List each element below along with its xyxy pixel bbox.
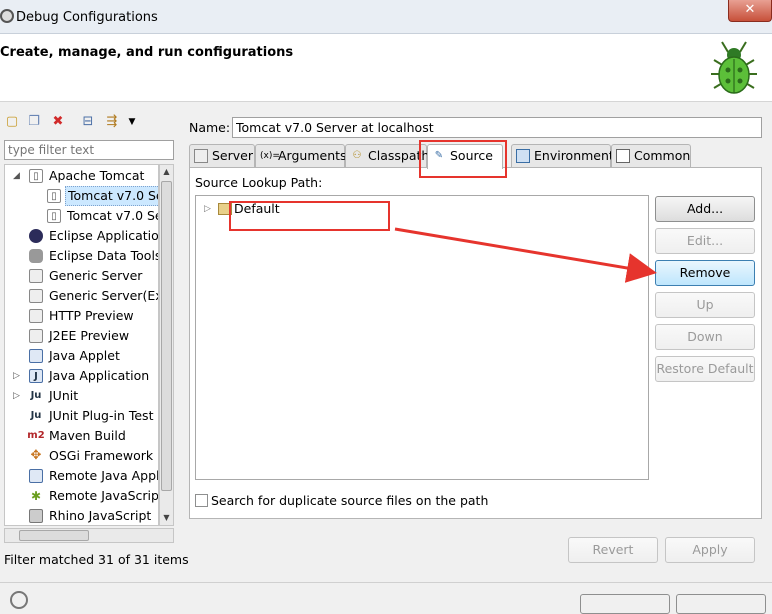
source-icon: ✎ — [434, 150, 444, 161]
annotation-arrow — [394, 227, 657, 283]
tab-label: Source — [450, 148, 493, 163]
tab-source[interactable]: ✎ Source — [427, 144, 503, 169]
